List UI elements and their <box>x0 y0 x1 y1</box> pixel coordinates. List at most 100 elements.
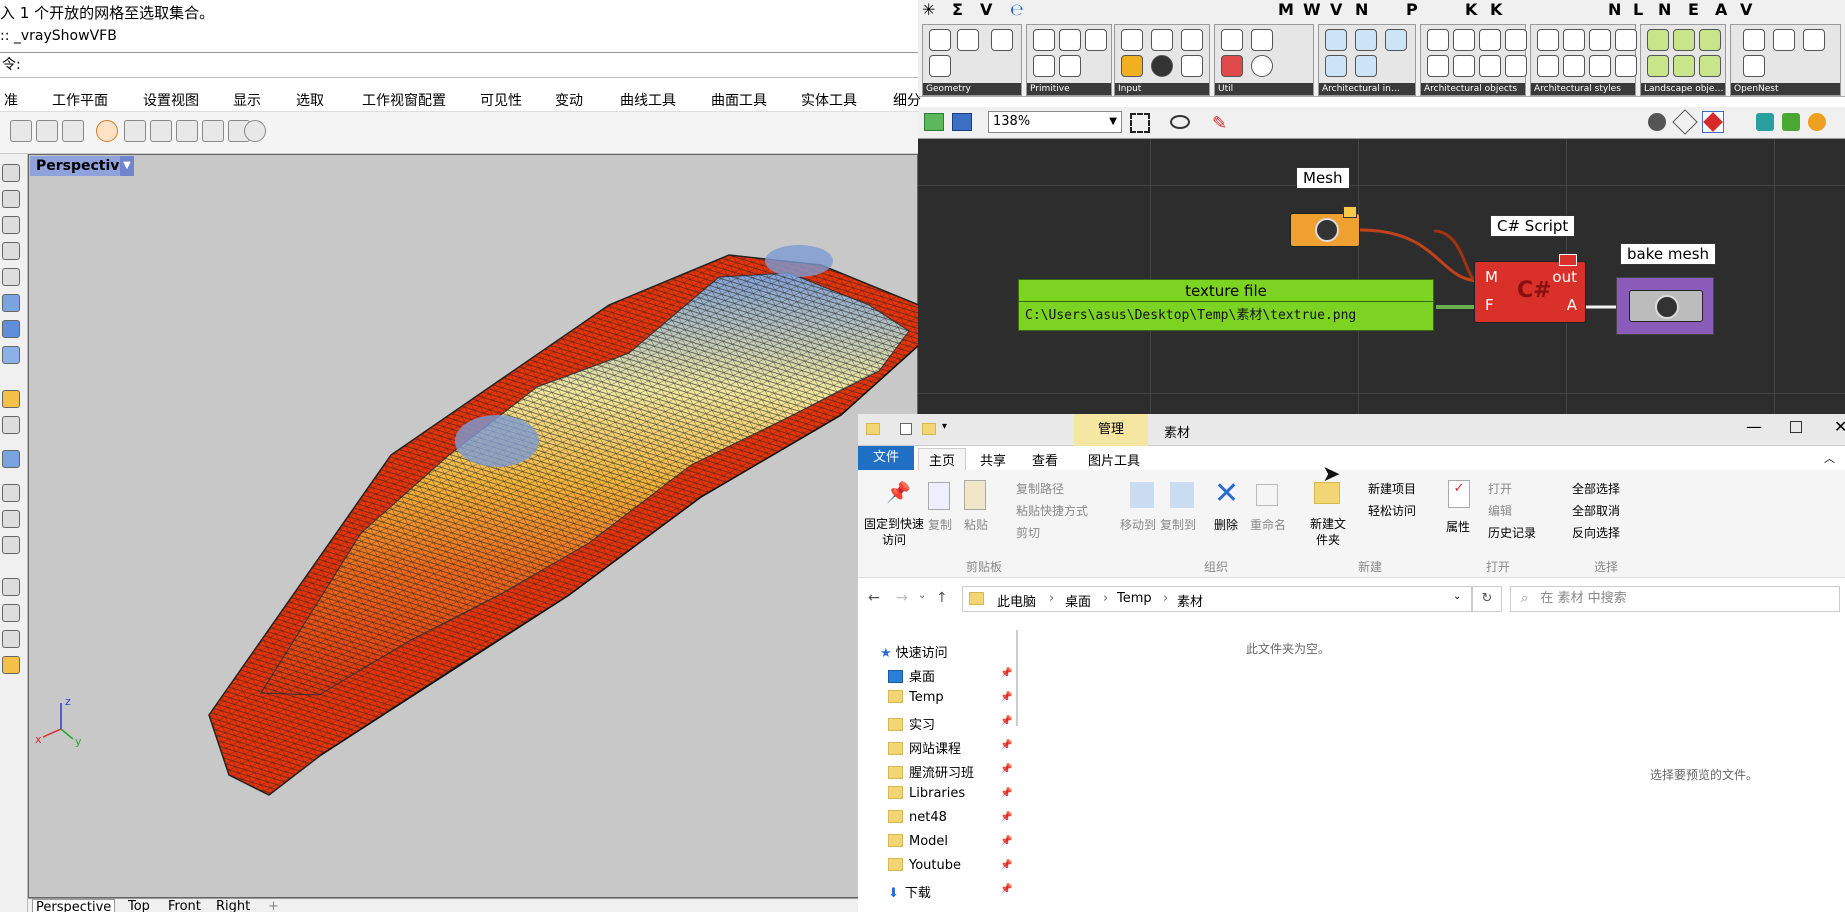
history-button[interactable]: 历史记录 <box>1488 524 1536 541</box>
component-icon[interactable] <box>1537 29 1559 51</box>
component-icon[interactable] <box>1615 29 1637 51</box>
component-icon[interactable] <box>1563 55 1585 77</box>
fur-icon[interactable] <box>202 120 224 142</box>
component-icon[interactable] <box>1151 29 1173 51</box>
plugin-tab[interactable]: W <box>1303 0 1321 19</box>
component-icon[interactable] <box>1251 29 1273 51</box>
paint-icon[interactable] <box>2 656 20 674</box>
new-item-button[interactable]: 新建项目 <box>1368 480 1416 497</box>
brush-icon[interactable]: ✎ <box>1212 113 1230 134</box>
component-icon[interactable] <box>1673 29 1695 51</box>
point-icon[interactable] <box>2 164 20 182</box>
tab-view[interactable]: 查看 <box>1032 450 1058 469</box>
copy-path-button[interactable]: 复制路径 <box>1016 480 1064 497</box>
nav-item-temp[interactable]: Temp <box>888 690 944 710</box>
tab-top[interactable]: Top <box>128 899 150 912</box>
component-icon[interactable] <box>1121 29 1143 51</box>
csharp-input-m[interactable]: M <box>1485 268 1498 286</box>
menu-item[interactable]: 曲线工具 <box>620 90 676 110</box>
component-icon[interactable] <box>1325 29 1347 51</box>
pin-quick-access-button[interactable]: 固定到快速访问 <box>864 516 924 548</box>
viewport-icon[interactable] <box>62 120 84 142</box>
tab-share[interactable]: 共享 <box>980 450 1006 469</box>
menu-item[interactable]: 工作平面 <box>52 90 108 110</box>
component-icon[interactable] <box>1355 55 1377 77</box>
component-icon[interactable] <box>1773 29 1795 51</box>
back-icon[interactable]: ← <box>868 590 880 606</box>
transform-icon[interactable] <box>2 416 20 434</box>
select-none-button[interactable]: 全部取消 <box>1572 502 1620 519</box>
array-icon[interactable] <box>2 450 20 468</box>
box-icon[interactable] <box>124 120 146 142</box>
pin-icon[interactable]: 📌 <box>1000 692 1012 703</box>
plugin-tab[interactable]: ✳ <box>922 0 935 19</box>
render-icon[interactable] <box>2 604 20 622</box>
paste-shortcut-button[interactable]: 粘贴快捷方式 <box>1016 502 1088 519</box>
component-icon[interactable] <box>1059 55 1081 77</box>
wireframe-icon[interactable] <box>1672 109 1698 135</box>
plugin-tab[interactable]: N <box>1355 0 1368 19</box>
shade-icon[interactable] <box>96 120 118 142</box>
refresh-icon[interactable]: ↻ <box>1472 586 1502 612</box>
curve-icon[interactable] <box>2 190 20 208</box>
chevron-down-icon[interactable]: ⌄ <box>1453 591 1461 602</box>
copy-to-button[interactable]: 复制到 <box>1160 516 1196 533</box>
component-icon[interactable] <box>1033 55 1055 77</box>
invert-selection-button[interactable]: 反向选择 <box>1572 524 1620 541</box>
pin-icon[interactable]: 📌 <box>1000 836 1012 847</box>
color-icon[interactable] <box>1808 113 1826 131</box>
plugin-tab[interactable]: A <box>1715 0 1727 19</box>
csharp-output-a[interactable]: A <box>1567 296 1577 314</box>
component-icon[interactable] <box>1427 55 1449 77</box>
tab-perspective[interactable]: Perspective <box>32 899 116 912</box>
component-icon[interactable] <box>1151 55 1173 77</box>
plugin-tab[interactable]: E <box>1688 0 1699 19</box>
component-icon[interactable] <box>1537 55 1559 77</box>
checkbox-icon[interactable] <box>900 423 912 435</box>
rectangle-icon[interactable] <box>2 242 20 260</box>
component-icon[interactable] <box>1563 29 1585 51</box>
plugin-tab[interactable]: V <box>1330 0 1342 19</box>
pin-icon[interactable]: 📌 <box>1000 788 1012 799</box>
breadcrumb-item[interactable]: 桌面 <box>1065 591 1091 610</box>
component-icon[interactable] <box>957 29 979 51</box>
dimension-icon[interactable] <box>2 536 20 554</box>
breadcrumb-item[interactable]: 此电脑 <box>997 591 1036 610</box>
easy-access-button[interactable]: 轻松访问 <box>1368 502 1416 519</box>
copy-button[interactable]: 复制 <box>928 516 952 533</box>
select-tool-icon[interactable] <box>10 120 32 142</box>
nav-item-quick-access[interactable]: ★ 快速访问 <box>880 642 948 662</box>
delete-button[interactable]: 删除 <box>1214 516 1238 533</box>
menu-item[interactable]: 细分 <box>893 90 921 110</box>
lightning-icon[interactable] <box>2 390 20 408</box>
breadcrumb-item[interactable]: Temp <box>1117 591 1152 606</box>
surface-icon[interactable] <box>2 294 20 312</box>
menu-item[interactable]: 实体工具 <box>801 90 857 110</box>
component-icon[interactable] <box>1505 29 1527 51</box>
gear-icon[interactable] <box>244 120 266 142</box>
plugin-tab[interactable]: N <box>1658 0 1671 19</box>
plugin-tab[interactable]: V <box>980 0 992 19</box>
check-icon[interactable] <box>2 630 20 648</box>
nav-item-youtube[interactable]: Youtube <box>888 858 961 878</box>
chevron-down-icon[interactable]: ▾ <box>942 421 947 432</box>
component-icon[interactable] <box>1085 29 1107 51</box>
component-icon[interactable] <box>1673 55 1695 77</box>
plugin-tab[interactable]: L <box>1633 0 1643 19</box>
plugin-tab[interactable]: ℮ <box>1010 0 1024 19</box>
component-icon[interactable] <box>1743 29 1765 51</box>
move-to-button[interactable]: 移动到 <box>1120 516 1156 533</box>
window-icon[interactable] <box>36 120 58 142</box>
tab-front[interactable]: Front <box>168 899 201 912</box>
menu-item[interactable]: 工作视窗配置 <box>362 90 446 110</box>
menu-item[interactable]: 准 <box>4 90 18 110</box>
component-icon[interactable] <box>1221 29 1243 51</box>
save-icon[interactable] <box>952 113 972 131</box>
component-icon[interactable] <box>1647 55 1669 77</box>
tab-home[interactable]: 主页 <box>918 448 967 470</box>
pin-icon[interactable]: 📌 <box>1000 860 1012 871</box>
command-prompt[interactable]: 令: <box>0 52 918 78</box>
open-button[interactable]: 打开 <box>1488 480 1512 497</box>
arrow-icon[interactable] <box>1285 29 1307 51</box>
chevron-down-icon[interactable]: ▼ <box>120 156 134 176</box>
